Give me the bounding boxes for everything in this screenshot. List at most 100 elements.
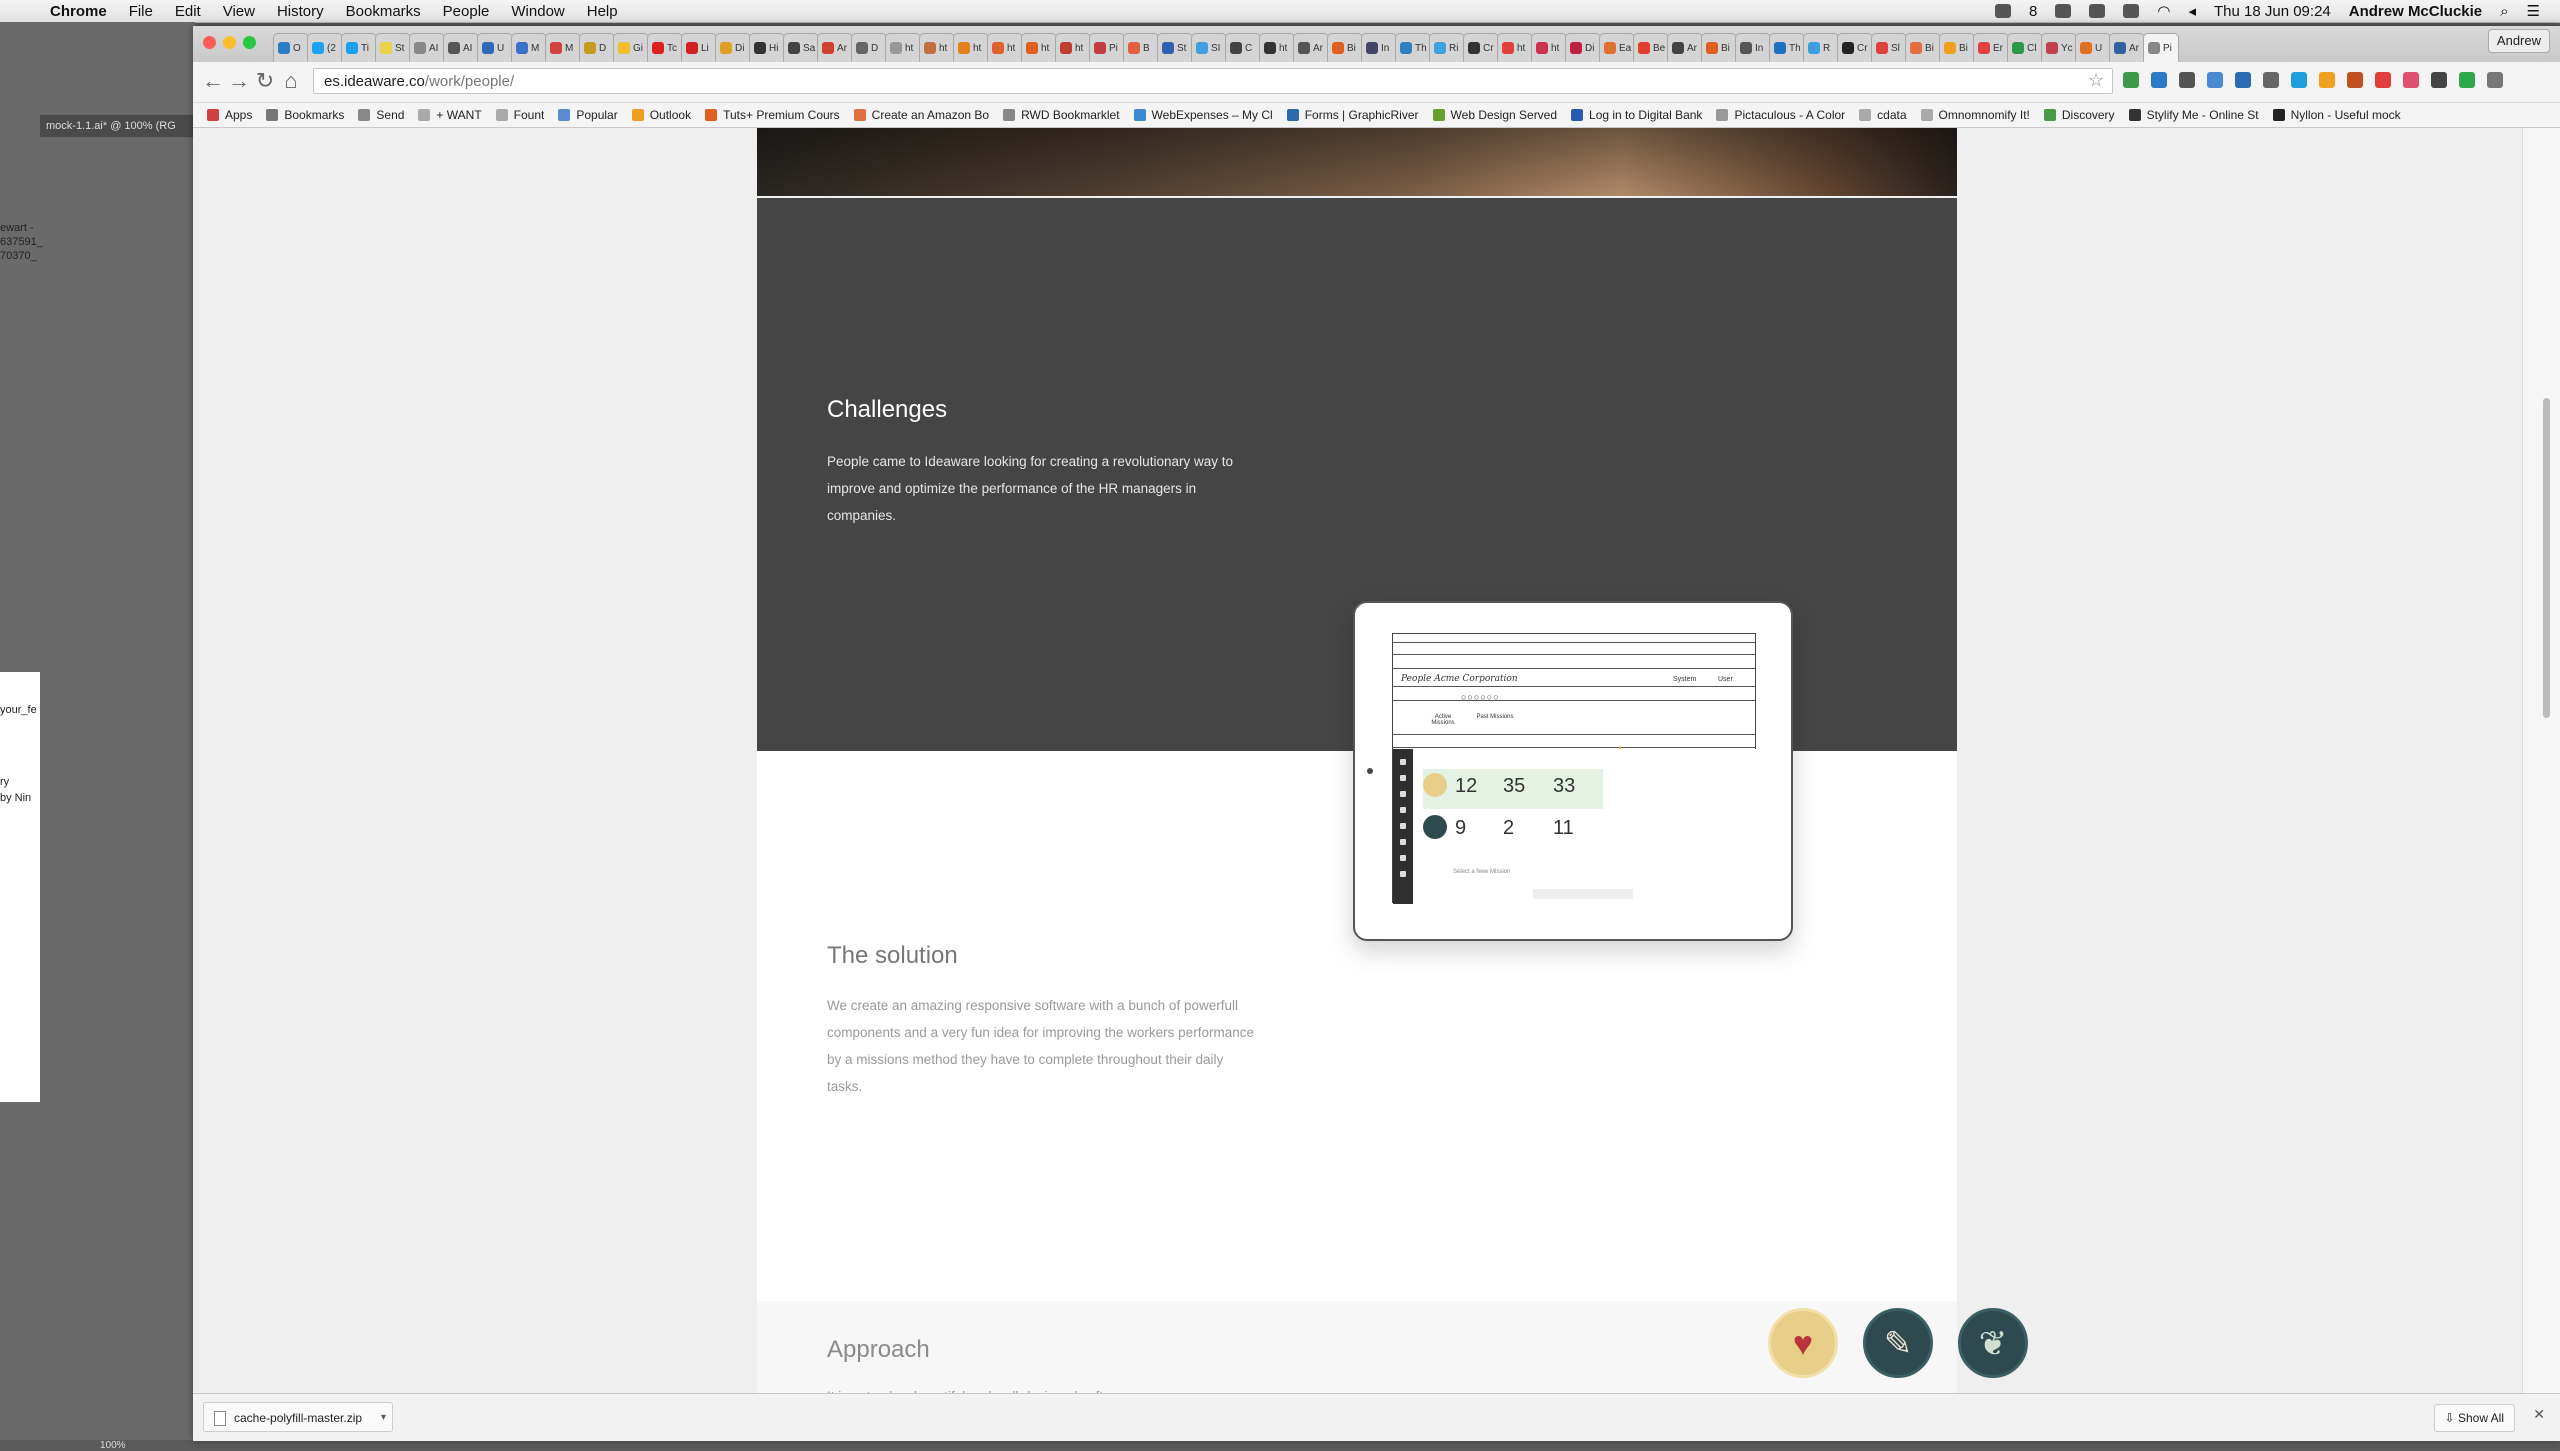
bookmark-item[interactable]: cdata	[1859, 108, 1907, 122]
zoom-level[interactable]: 100%	[100, 1440, 126, 1451]
browser-tab[interactable]: Bi	[1701, 33, 1737, 62]
browser-tab[interactable]: Gi	[613, 33, 649, 62]
close-window-button[interactable]	[203, 36, 216, 49]
browser-tab[interactable]: D	[579, 33, 615, 62]
forward-arrow-icon[interactable]: →	[227, 69, 251, 93]
extension-icon[interactable]	[2459, 72, 2475, 88]
address-bar[interactable]: es.ideaware.co/work/people/	[313, 68, 2113, 94]
document-tab[interactable]: mock-1.1.ai* @ 100% (RG	[40, 115, 206, 137]
bookmark-item[interactable]: + WANT	[418, 108, 482, 122]
browser-tab[interactable]: B	[1123, 33, 1159, 62]
browser-tab[interactable]: Ar	[1293, 33, 1329, 62]
browser-tab[interactable]: ht	[885, 33, 921, 62]
bookmark-item[interactable]: Tuts+ Premium Cours	[705, 108, 840, 122]
bookmark-item[interactable]: RWD Bookmarklet	[1003, 108, 1120, 122]
browser-tab[interactable]: Yc	[2041, 33, 2077, 62]
extension-icon[interactable]	[2207, 72, 2223, 88]
browser-tab[interactable]: U	[477, 33, 513, 62]
menu-history[interactable]: History	[277, 3, 324, 20]
browser-tab[interactable]: Sl	[1871, 33, 1907, 62]
bookmark-star-icon[interactable]: ☆	[2088, 70, 2104, 91]
bookmark-item[interactable]: Send	[358, 108, 404, 122]
browser-tab[interactable]: Hi	[749, 33, 785, 62]
browser-tab[interactable]: ht	[953, 33, 989, 62]
chevron-down-icon[interactable]: ▾	[381, 1403, 386, 1433]
menu-window[interactable]: Window	[511, 3, 564, 20]
volume-icon[interactable]: ◂	[2188, 2, 2196, 20]
browser-tab[interactable]: Th	[1769, 33, 1805, 62]
browser-tab[interactable]: ht	[987, 33, 1023, 62]
browser-tab[interactable]: Bi	[1905, 33, 1941, 62]
wifi-icon[interactable]: ◠	[2157, 2, 2170, 20]
time-machine-icon[interactable]	[2123, 4, 2140, 18]
browser-tab[interactable]: Er	[1973, 33, 2009, 62]
reload-icon[interactable]: ↻	[253, 69, 277, 93]
browser-tab[interactable]: Pi	[1089, 33, 1125, 62]
browser-tab[interactable]: Bi	[1327, 33, 1363, 62]
notification-center-icon[interactable]: ☰	[2527, 2, 2540, 20]
menu-view[interactable]: View	[223, 3, 255, 20]
bookmark-item[interactable]: Bookmarks	[266, 108, 344, 122]
extension-icon[interactable]	[2375, 72, 2391, 88]
browser-tab[interactable]: O	[273, 33, 309, 62]
chrome-menu-icon[interactable]	[2487, 72, 2503, 88]
browser-tab[interactable]: Cr	[1463, 33, 1499, 62]
browser-tab[interactable]: Cl	[2007, 33, 2043, 62]
extension-icon[interactable]	[2263, 72, 2279, 88]
bookmark-item[interactable]: Stylify Me - Online St	[2128, 108, 2259, 122]
browser-tab[interactable]: Li	[681, 33, 717, 62]
browser-tab[interactable]: M	[511, 33, 547, 62]
browser-tab[interactable]: In	[1361, 33, 1397, 62]
bookmark-item[interactable]: Apps	[207, 108, 252, 122]
bookmark-item[interactable]: Pictaculous - A Color	[1716, 108, 1845, 122]
extension-icon[interactable]	[2403, 72, 2419, 88]
browser-tab[interactable]: ht	[1531, 33, 1567, 62]
browser-tab[interactable]: St	[375, 33, 411, 62]
show-all-button[interactable]: ⇩ Show All	[2433, 1404, 2515, 1432]
bookmark-item[interactable]: Omnomnomify It!	[1920, 108, 2030, 122]
browser-tab[interactable]: D	[851, 33, 887, 62]
browser-tab[interactable]: ht	[1021, 33, 1057, 62]
browser-tab[interactable]: Ri	[1429, 33, 1465, 62]
browser-tab[interactable]: U	[2075, 33, 2111, 62]
browser-tab[interactable]: ht	[1259, 33, 1295, 62]
dropbox-icon[interactable]	[1995, 4, 2012, 18]
browser-tab[interactable]: AI	[443, 33, 479, 62]
back-arrow-icon[interactable]: ←	[201, 69, 225, 93]
browser-tab[interactable]: Th	[1395, 33, 1431, 62]
browser-tab[interactable]: St	[1157, 33, 1193, 62]
menu-bookmarks[interactable]: Bookmarks	[346, 3, 421, 20]
browser-tab[interactable]: Ti	[341, 33, 377, 62]
bookmark-item[interactable]: Create an Amazon Bo	[853, 108, 989, 122]
extension-icon[interactable]	[2235, 72, 2251, 88]
notification-icon[interactable]	[2055, 4, 2072, 18]
menu-edit[interactable]: Edit	[175, 3, 201, 20]
browser-tab[interactable]: Be	[1633, 33, 1669, 62]
browser-tab[interactable]: ht	[1497, 33, 1533, 62]
browser-tab[interactable]: Sa	[783, 33, 819, 62]
browser-tab[interactable]: Bi	[1939, 33, 1975, 62]
menu-people[interactable]: People	[443, 3, 490, 20]
extension-icon[interactable]	[2347, 72, 2363, 88]
menu-file[interactable]: File	[129, 3, 153, 20]
browser-tab[interactable]: AI	[409, 33, 445, 62]
browser-tab[interactable]: Ar	[2109, 33, 2145, 62]
bookmark-item[interactable]: Popular	[558, 108, 618, 122]
browser-tab[interactable]: ht	[919, 33, 955, 62]
extension-icon[interactable]	[2431, 72, 2447, 88]
extension-icon[interactable]	[2319, 72, 2335, 88]
browser-tab[interactable]: Pi	[2143, 33, 2179, 62]
extension-icon[interactable]	[2291, 72, 2307, 88]
skype-icon[interactable]	[2089, 4, 2106, 18]
zoom-window-button[interactable]	[243, 36, 256, 49]
menu-help[interactable]: Help	[587, 3, 618, 20]
bookmark-item[interactable]: Log in to Digital Bank	[1571, 108, 1702, 122]
scrollbar-thumb[interactable]	[2543, 398, 2550, 718]
browser-tab[interactable]: C	[1225, 33, 1261, 62]
bookmark-item[interactable]: Outlook	[631, 108, 691, 122]
browser-tab[interactable]: Di	[715, 33, 751, 62]
browser-tab[interactable]: SI	[1191, 33, 1227, 62]
browser-tab[interactable]: Ar	[817, 33, 853, 62]
battery-count[interactable]: 8	[2029, 3, 2037, 20]
browser-tab[interactable]: Ar	[1667, 33, 1703, 62]
